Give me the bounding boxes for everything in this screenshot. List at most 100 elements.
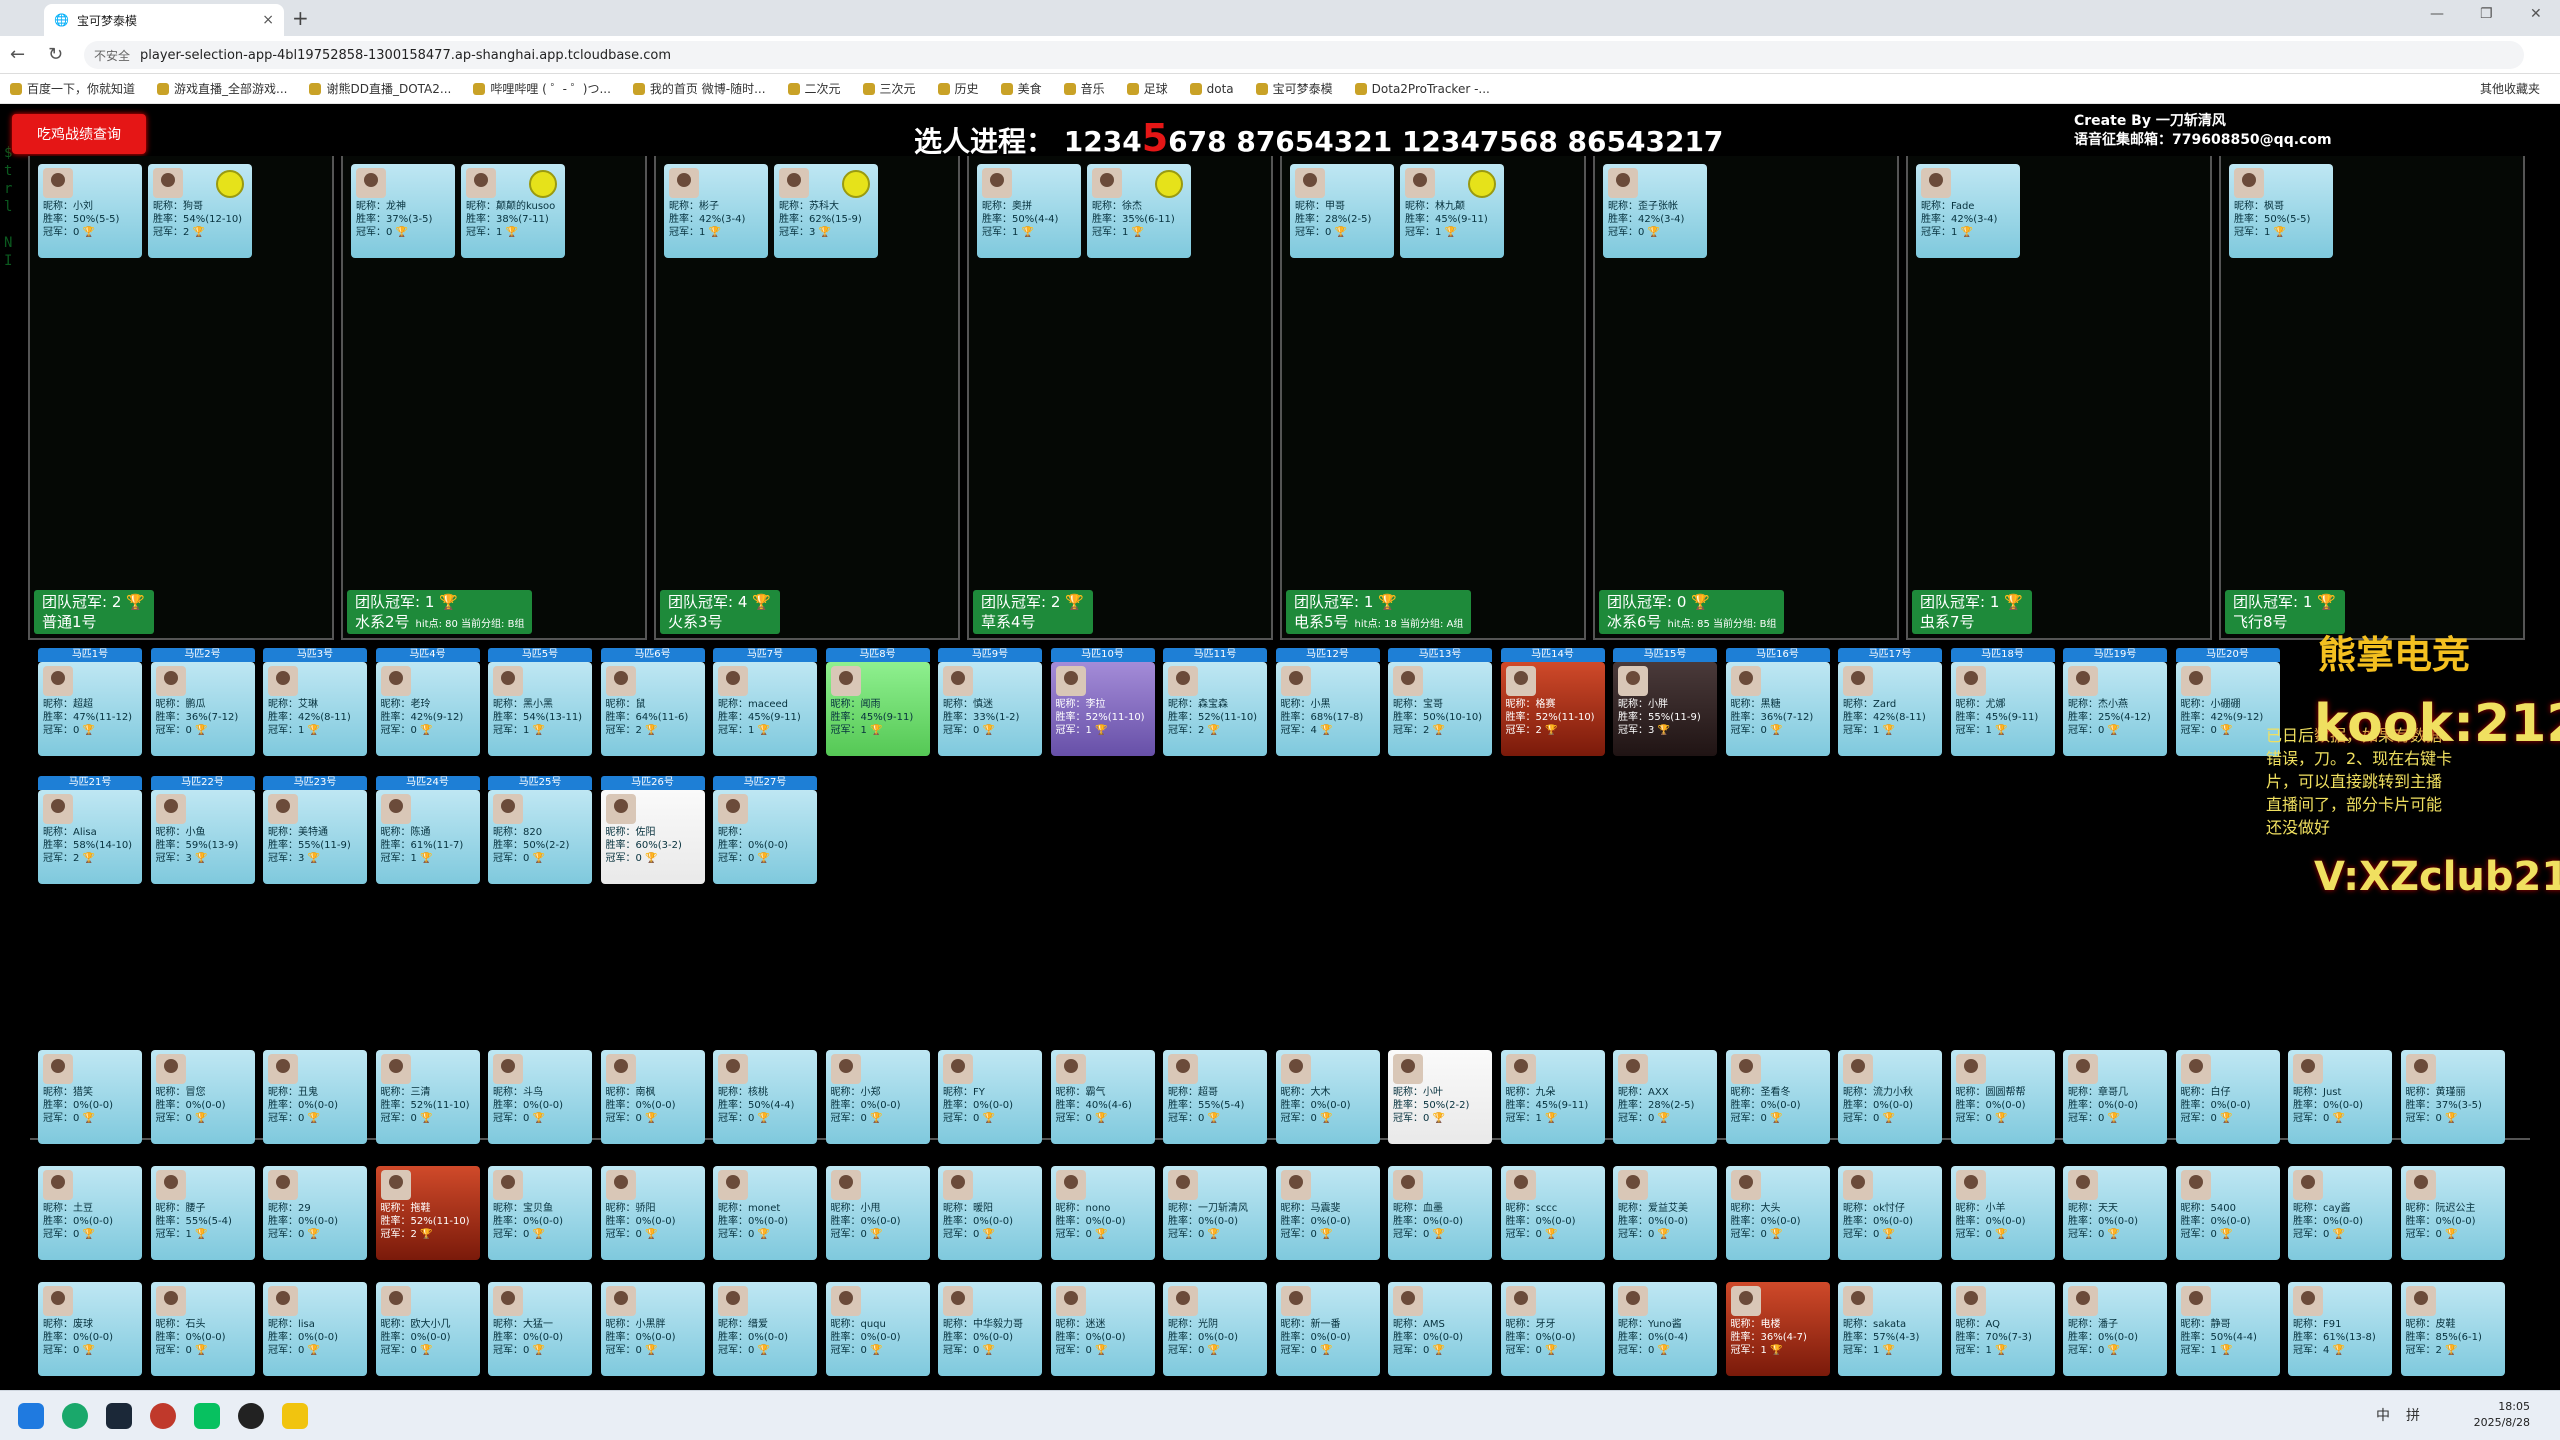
player-card[interactable]: 昵称：颠颠的kusoo 胜率：38%(7-11) 冠军：1 🏆	[461, 164, 565, 258]
bookmark-item[interactable]: Dota2ProTracker -...	[1354, 80, 1490, 97]
player-card[interactable]: 昵称：F91 胜率：61%(13-8) 冠军：4 🏆	[2288, 1282, 2392, 1376]
bookmark-item[interactable]: 美食	[1000, 80, 1042, 97]
player-card[interactable]: 昵称：大猛一 胜率：0%(0-0) 冠军：0 🏆	[488, 1282, 592, 1376]
player-card[interactable]: 昵称：圣看冬 胜率：0%(0-0) 冠军：0 🏆	[1725, 1050, 1830, 1144]
new-tab-button[interactable]: +	[292, 6, 309, 30]
player-card[interactable]: 昵称：超哥 胜率：55%(5-4) 冠军：0 🏆	[1163, 1050, 1267, 1144]
player-card[interactable]: 昵称：AXX 胜率：28%(2-5) 冠军：0 🏆	[1613, 1050, 1717, 1144]
player-card[interactable]: 昵称：拖鞋 胜率：52%(11-10) 冠军：2 🏆	[375, 1166, 480, 1260]
player-card[interactable]: 昵称：小叶 胜率：50%(2-2) 冠军：0 🏆	[1388, 1050, 1492, 1144]
player-card[interactable]: 昵称：Yuno酱 胜率：0%(0-4) 冠军：0 🏆	[1613, 1282, 1717, 1376]
player-card[interactable]: 马匹25号 昵称：820 胜率：50%(2-2) 冠军：0 🏆	[488, 776, 592, 884]
player-card[interactable]: 马匹26号 昵称：佐阳 胜率：60%(3-2) 冠军：0 🏆	[600, 776, 705, 884]
player-card[interactable]: 昵称：Just 胜率：0%(0-0) 冠军：0 🏆	[2288, 1050, 2392, 1144]
player-card[interactable]: 昵称：lisa 胜率：0%(0-0) 冠军：0 🏆	[263, 1282, 367, 1376]
bookmark-item[interactable]: 足球	[1126, 80, 1168, 97]
player-card[interactable]: 昵称：阮迟公主 胜率：0%(0-0) 冠军：0 🏆	[2400, 1166, 2505, 1260]
player-card[interactable]: 昵称：大木 胜率：0%(0-0) 冠军：0 🏆	[1275, 1050, 1380, 1144]
player-card[interactable]: 昵称：皮鞋 胜率：85%(6-1) 冠军：2 🏆	[2400, 1282, 2505, 1376]
player-card[interactable]: 昵称：石头 胜率：0%(0-0) 冠军：0 🏆	[150, 1282, 255, 1376]
ime-lang[interactable]: 中	[2376, 1405, 2390, 1425]
player-card[interactable]: 昵称：九朵 胜率：45%(9-11) 冠军：1 🏆	[1500, 1050, 1605, 1144]
bookmark-item[interactable]: 宝可梦泰模	[1255, 80, 1333, 97]
player-card[interactable]: 昵称：小刘 胜率：50%(5-5) 冠军：0 🏆	[38, 164, 142, 258]
player-card[interactable]: 昵称：奥拼 胜率：50%(4-4) 冠军：1 🏆	[977, 164, 1081, 258]
speaker-icon[interactable]	[529, 170, 557, 198]
player-card[interactable]: 昵称：土豆 胜率：0%(0-0) 冠军：0 🏆	[38, 1166, 142, 1260]
player-card[interactable]: 马匹5号 昵称：黑小黑 胜率：54%(13-11) 冠军：1 🏆	[488, 648, 592, 756]
minimize-icon[interactable]: —	[2430, 6, 2444, 22]
player-card[interactable]: 昵称：小甩 胜率：0%(0-0) 冠军：0 🏆	[825, 1166, 930, 1260]
app3-icon[interactable]	[282, 1403, 308, 1429]
back-icon[interactable]: ←	[10, 44, 25, 65]
player-card[interactable]: 昵称：sccc 胜率：0%(0-0) 冠军：0 🏆	[1500, 1166, 1605, 1260]
player-card[interactable]: 昵称：静哥 胜率：50%(4-4) 冠军：1 🏆	[2175, 1282, 2280, 1376]
player-card[interactable]: 马匹7号 昵称：maceed 胜率：45%(9-11) 冠军：1 🏆	[713, 648, 817, 756]
player-card[interactable]: 昵称：缙爱 胜率：0%(0-0) 冠军：0 🏆	[713, 1282, 817, 1376]
player-card[interactable]: 昵称：爱益艾美 胜率：0%(0-0) 冠军：0 🏆	[1613, 1166, 1717, 1260]
bookmark-item[interactable]: 二次元	[787, 80, 841, 97]
bookmark-item[interactable]: 游戏直播_全部游戏...	[157, 80, 287, 97]
player-card[interactable]: 昵称：徐杰 胜率：35%(6-11) 冠军：1 🏆	[1087, 164, 1191, 258]
player-card[interactable]: 昵称：南枫 胜率：0%(0-0) 冠军：0 🏆	[600, 1050, 705, 1144]
player-card[interactable]: 昵称：宝贝鱼 胜率：0%(0-0) 冠军：0 🏆	[488, 1166, 592, 1260]
player-card[interactable]: 昵称：彬子 胜率：42%(3-4) 冠军：1 🏆	[664, 164, 768, 258]
player-card[interactable]: 昵称：光阴 胜率：0%(0-0) 冠军：0 🏆	[1163, 1282, 1267, 1376]
player-card[interactable]: 马匹24号 昵称：陈通 胜率：61%(11-7) 冠军：1 🏆	[375, 776, 480, 884]
maximize-icon[interactable]: ❐	[2480, 6, 2493, 22]
app-icon[interactable]	[150, 1403, 176, 1429]
player-card[interactable]: 昵称：中华毅力哥 胜率：0%(0-0) 冠军：0 🏆	[938, 1282, 1042, 1376]
player-card[interactable]: 马匹12号 昵称：小黑 胜率：68%(17-8) 冠军：4 🏆	[1275, 648, 1380, 756]
player-card[interactable]: 昵称：白仔 胜率：0%(0-0) 冠军：0 🏆	[2175, 1050, 2280, 1144]
player-card[interactable]: 马匹11号 昵称：森宝森 胜率：52%(11-10) 冠军：2 🏆	[1163, 648, 1267, 756]
player-card[interactable]: 昵称：三清 胜率：52%(11-10) 冠军：0 🏆	[375, 1050, 480, 1144]
player-card[interactable]: 马匹2号 昵称：鹏瓜 胜率：36%(7-12) 冠军：0 🏆	[150, 648, 255, 756]
player-card[interactable]: 昵称：苏科大 胜率：62%(15-9) 冠军：3 🏆	[774, 164, 878, 258]
player-card[interactable]: 昵称：猎笑 胜率：0%(0-0) 冠军：0 🏆	[38, 1050, 142, 1144]
player-card[interactable]: 马匹3号 昵称：艾琳 胜率：42%(8-11) 冠军：1 🏆	[263, 648, 367, 756]
player-card[interactable]: 马匹18号 昵称：尤娜 胜率：45%(9-11) 冠军：1 🏆	[1950, 648, 2055, 756]
player-card[interactable]: 马匹13号 昵称：宝哥 胜率：50%(10-10) 冠军：2 🏆	[1388, 648, 1492, 756]
bookmark-item[interactable]: 哔哩哔哩 ( ゜- ゜)つ...	[473, 80, 611, 97]
player-card[interactable]: 昵称：小郑 胜率：0%(0-0) 冠军：0 🏆	[825, 1050, 930, 1144]
wechat-icon[interactable]	[194, 1403, 220, 1429]
speaker-icon[interactable]	[1155, 170, 1183, 198]
player-card[interactable]: 昵称：nono 胜率：0%(0-0) 冠军：0 🏆	[1050, 1166, 1155, 1260]
bookmark-item[interactable]: 谢熊DD直播_DOTA2...	[309, 80, 451, 97]
player-card[interactable]: 昵称：小羊 胜率：0%(0-0) 冠军：0 🏆	[1950, 1166, 2055, 1260]
player-card[interactable]: 昵称：迷迷 胜率：0%(0-0) 冠军：0 🏆	[1050, 1282, 1155, 1376]
player-card[interactable]: 昵称：歪子张帐 胜率：42%(3-4) 冠军：0 🏆	[1603, 164, 1707, 258]
player-card[interactable]: 昵称：甲哥 胜率：28%(2-5) 冠军：0 🏆	[1290, 164, 1394, 258]
player-card[interactable]: 昵称：流力小秋 胜率：0%(0-0) 冠军：0 🏆	[1838, 1050, 1942, 1144]
player-card[interactable]: 昵称：小黑胖 胜率：0%(0-0) 冠军：0 🏆	[600, 1282, 705, 1376]
player-card[interactable]: 昵称：冒您 胜率：0%(0-0) 冠军：0 🏆	[150, 1050, 255, 1144]
player-card[interactable]: 昵称：林九颠 胜率：45%(9-11) 冠军：1 🏆	[1400, 164, 1504, 258]
player-card[interactable]: 马匹10号 昵称：李拉 胜率：52%(11-10) 冠军：1 🏆	[1050, 648, 1155, 756]
url-field[interactable]: 不安全 player-selection-app-4bl19752858-130…	[84, 41, 2524, 69]
player-card[interactable]: 马匹19号 昵称：杰小燕 胜率：25%(4-12) 冠军：0 🏆	[2063, 648, 2167, 756]
player-card[interactable]: 昵称：AQ 胜率：70%(7-3) 冠军：1 🏆	[1950, 1282, 2055, 1376]
player-card[interactable]: 马匹16号 昵称：黑糖 胜率：36%(7-12) 冠军：0 🏆	[1725, 648, 1830, 756]
player-card[interactable]: 昵称：核桃 胜率：50%(4-4) 冠军：0 🏆	[713, 1050, 817, 1144]
player-card[interactable]: 昵称：丑鬼 胜率：0%(0-0) 冠军：0 🏆	[263, 1050, 367, 1144]
bookmark-item[interactable]: 音乐	[1063, 80, 1105, 97]
player-card[interactable]: 昵称：斗鸟 胜率：0%(0-0) 冠军：0 🏆	[488, 1050, 592, 1144]
player-card[interactable]: 昵称：章哥几 胜率：0%(0-0) 冠军：0 🏆	[2063, 1050, 2167, 1144]
player-card[interactable]: 昵称：废球 胜率：0%(0-0) 冠军：0 🏆	[38, 1282, 142, 1376]
player-card[interactable]: 马匹6号 昵称：鼠 胜率：64%(11-6) 冠军：2 🏆	[600, 648, 705, 756]
player-card[interactable]: 马匹23号 昵称：美特通 胜率：55%(11-9) 冠军：3 🏆	[263, 776, 367, 884]
player-card[interactable]: 昵称：霸气 胜率：40%(4-6) 冠军：0 🏆	[1050, 1050, 1155, 1144]
bookmark-item[interactable]: 三次元	[862, 80, 916, 97]
player-card[interactable]: 马匹17号 昵称：Zard 胜率：42%(8-11) 冠军：1 🏆	[1838, 648, 1942, 756]
player-card[interactable]: 昵称：Fade 胜率：42%(3-4) 冠军：1 🏆	[1916, 164, 2020, 258]
player-card[interactable]: 马匹9号 昵称：慎迷 胜率：33%(1-2) 冠军：0 🏆	[938, 648, 1042, 756]
close-tab-icon[interactable]: ×	[262, 12, 274, 28]
player-card[interactable]: 昵称：血墨 胜率：0%(0-0) 冠军：0 🏆	[1388, 1166, 1492, 1260]
start-icon[interactable]	[18, 1403, 44, 1429]
player-card[interactable]: 昵称：AMS 胜率：0%(0-0) 冠军：0 🏆	[1388, 1282, 1492, 1376]
player-card[interactable]: 昵称：暖阳 胜率：0%(0-0) 冠军：0 🏆	[938, 1166, 1042, 1260]
speaker-icon[interactable]	[842, 170, 870, 198]
app2-icon[interactable]	[238, 1403, 264, 1429]
player-card[interactable]: 昵称：马震斐 胜率：0%(0-0) 冠军：0 🏆	[1275, 1166, 1380, 1260]
query-stats-button[interactable]: 吃鸡战绩查询	[12, 114, 146, 154]
